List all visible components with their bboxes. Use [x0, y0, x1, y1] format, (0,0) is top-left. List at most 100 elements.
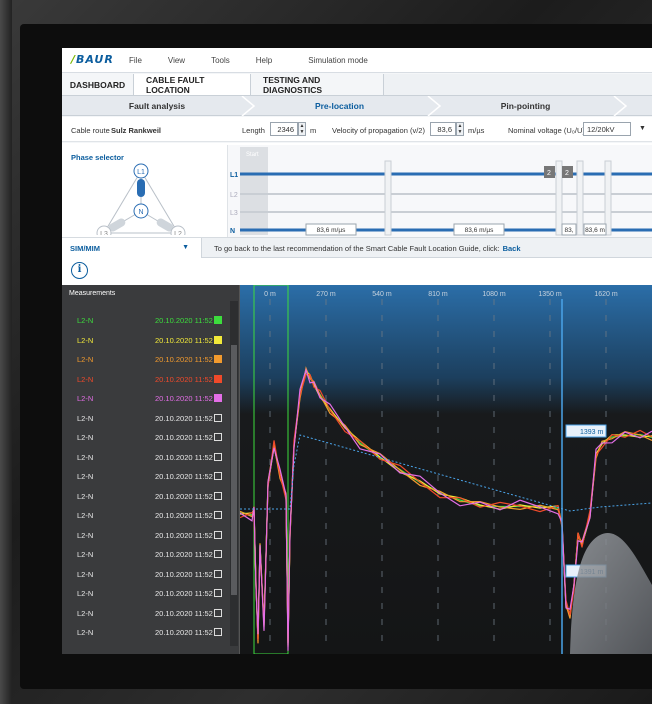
- measurement-row[interactable]: L2-N 20.10.2020 11:52: [62, 584, 228, 604]
- menu-tools[interactable]: Tools: [211, 56, 230, 65]
- x-axis-tick-label: 0 m: [264, 291, 276, 298]
- measurement-date: 20.10.2020 11:52: [155, 608, 213, 618]
- measurement-date: 20.10.2020 11:52: [155, 413, 213, 423]
- measurement-phase: L2-N: [77, 550, 94, 559]
- cursor-position-label: 1393 m: [580, 429, 604, 436]
- measurement-phase: L2-N: [77, 608, 94, 618]
- measurement-row[interactable]: L2-N 20.10.2020 11:52: [62, 604, 228, 624]
- measurement-checkbox[interactable]: [214, 374, 222, 383]
- voltage-select[interactable]: 12/20kV: [583, 122, 631, 136]
- method-row: SIM/MIM ▼ To go back to the last recomme…: [62, 238, 652, 258]
- node-n: N: [138, 209, 143, 216]
- x-axis-tick-label: 540 m: [372, 291, 392, 298]
- measurement-checkbox[interactable]: [214, 433, 222, 441]
- measurement-checkbox[interactable]: [214, 608, 222, 617]
- measurement-row[interactable]: L2-N 20.10.2020 11:52: [62, 526, 228, 546]
- measurement-date: 20.10.2020 11:52: [155, 491, 213, 501]
- measurement-row[interactable]: L2-N 20.10.2020 11:52: [62, 331, 228, 351]
- velocity-tag: 83,6 m/µs: [465, 227, 494, 234]
- measurement-checkbox[interactable]: [214, 335, 222, 344]
- method-select[interactable]: SIM/MIM ▼: [62, 238, 202, 258]
- fault-badge: 2: [565, 170, 569, 177]
- x-axis-tick-label: 270 m: [316, 291, 336, 298]
- measurement-checkbox[interactable]: [214, 355, 222, 363]
- x-axis-tick-label: 1350 m: [538, 291, 562, 298]
- vop-stepper[interactable]: ▲ ▼: [456, 122, 464, 136]
- cable-parameters: Cable route Sulz Rankweil Length 2346 ▲ ▼…: [62, 117, 652, 142]
- phase-selector-diagram[interactable]: L1 N L3 L2: [82, 155, 202, 235]
- cable-lines: Start L1 L2 L3 N 2 2 83,6 m/µs 83,6 m/µs…: [230, 147, 652, 236]
- measurement-phase: L2-N: [77, 433, 94, 442]
- measurement-checkbox[interactable]: [214, 569, 222, 578]
- measurement-checkbox[interactable]: [214, 316, 222, 324]
- chart-svg: 0 m 270 m 540 m 810 m 1080 m 1350 m 1620 m 139…: [239, 284, 652, 654]
- measurement-phase: L2-N: [77, 472, 94, 481]
- length-label: Length: [242, 126, 265, 135]
- info-icon[interactable]: i: [71, 262, 88, 279]
- app-window: /BAUR File View Tools Help Simulation mo…: [62, 48, 652, 654]
- measurement-row[interactable]: L2-N 20.10.2020 11:52: [62, 545, 228, 565]
- fault-badge: 2: [547, 170, 551, 177]
- cable-diagram: Start L1 L2 L3 N 2 2 83,6 m/µs 83,6 m/µs…: [227, 145, 652, 237]
- line-label-l3: L3: [230, 210, 238, 217]
- measurement-date: 20.10.2020 11:52: [155, 628, 213, 637]
- measurement-row[interactable]: L2-N 20.10.2020 11:52: [62, 370, 228, 390]
- length-stepper[interactable]: ▲ ▼: [298, 122, 306, 136]
- measurement-row[interactable]: L2-N 20.10.2020 11:52: [62, 565, 228, 585]
- measurement-phase: L2-N: [77, 530, 94, 540]
- menu-view[interactable]: View: [168, 56, 185, 65]
- line-label-n: N: [230, 228, 235, 235]
- measurement-row[interactable]: L2-N 20.10.2020 11:52: [62, 389, 228, 409]
- measurement-row[interactable]: L2-N 20.10.2020 11:52: [62, 506, 228, 526]
- step-pre-location[interactable]: Pre-location: [262, 96, 417, 116]
- measurement-checkbox[interactable]: [214, 589, 222, 597]
- measurement-checkbox[interactable]: [214, 491, 222, 500]
- velocity-tag: 83,6 m/µs: [317, 227, 346, 234]
- back-link[interactable]: Back: [503, 244, 521, 253]
- menu-file[interactable]: File: [129, 56, 142, 65]
- vop-input[interactable]: 83,6: [430, 122, 456, 136]
- measurement-row[interactable]: L2-N 20.10.2020 11:52: [62, 409, 228, 429]
- measurement-checkbox[interactable]: [214, 472, 222, 480]
- measurement-date: 20.10.2020 11:52: [155, 374, 213, 384]
- tab-cable-fault-location[interactable]: CABLE FAULT LOCATION: [134, 74, 251, 95]
- velocity-tag: 83,: [564, 227, 573, 234]
- vop-unit: m/µs: [468, 126, 485, 135]
- measurement-phase: L2-N: [77, 452, 94, 462]
- measurement-row[interactable]: L2-N 20.10.2020 11:52: [62, 448, 228, 468]
- measurements-scroll-thumb[interactable]: [231, 345, 237, 595]
- measurement-row[interactable]: L2-N 20.10.2020 11:52: [62, 350, 228, 370]
- step-fault-analysis[interactable]: Fault analysis: [82, 96, 232, 116]
- measurement-checkbox[interactable]: [214, 530, 222, 539]
- measurement-date: 20.10.2020 11:52: [155, 472, 213, 481]
- measurement-date: 20.10.2020 11:52: [155, 589, 213, 598]
- measurement-date: 20.10.2020 11:52: [155, 511, 213, 520]
- measurements-title: Measurements: [69, 290, 116, 297]
- measurement-row[interactable]: L2-N 20.10.2020 11:52: [62, 623, 228, 643]
- tab-testing-and-diagnostics[interactable]: TESTING AND DIAGNOSTICS: [251, 74, 384, 95]
- measurement-row[interactable]: L2-N 20.10.2020 11:52: [62, 467, 228, 487]
- step-pin-pointing[interactable]: Pin-pointing: [448, 96, 603, 116]
- measurement-row[interactable]: L2-N 20.10.2020 11:52: [62, 428, 228, 448]
- vop-label: Velocity of propagation (v/2): [332, 126, 425, 135]
- chevron-down-icon: ▼: [182, 244, 189, 251]
- x-axis-tick-label: 1080 m: [482, 291, 506, 298]
- measurement-checkbox[interactable]: [214, 628, 222, 636]
- measurement-date: 20.10.2020 11:52: [155, 394, 213, 403]
- length-input[interactable]: 2346: [270, 122, 298, 136]
- measurement-checkbox[interactable]: [214, 511, 222, 519]
- measurement-checkbox[interactable]: [214, 452, 222, 461]
- measurement-row[interactable]: L2-N 20.10.2020 11:52: [62, 311, 228, 331]
- chevron-down-icon[interactable]: ▼: [639, 125, 646, 132]
- measurement-checkbox[interactable]: [214, 550, 222, 558]
- line-label-l2: L2: [230, 192, 238, 199]
- measurement-row[interactable]: L2-N 20.10.2020 11:52: [62, 487, 228, 507]
- measurements-panel: Measurements L2-N 20.10.2020 11:52 L2-N 20.…: [62, 285, 240, 654]
- velocity-tag: 83,6 m: [585, 227, 605, 234]
- menu-help[interactable]: Help: [256, 56, 272, 65]
- reflection-chart[interactable]: 0 m 270 m 540 m 810 m 1080 m 1350 m 1620 m 139…: [239, 284, 652, 654]
- measurement-checkbox[interactable]: [214, 394, 222, 402]
- measurement-date: 20.10.2020 11:52: [155, 355, 213, 364]
- tab-dashboard[interactable]: DASHBOARD: [62, 74, 134, 95]
- measurement-checkbox[interactable]: [214, 413, 222, 422]
